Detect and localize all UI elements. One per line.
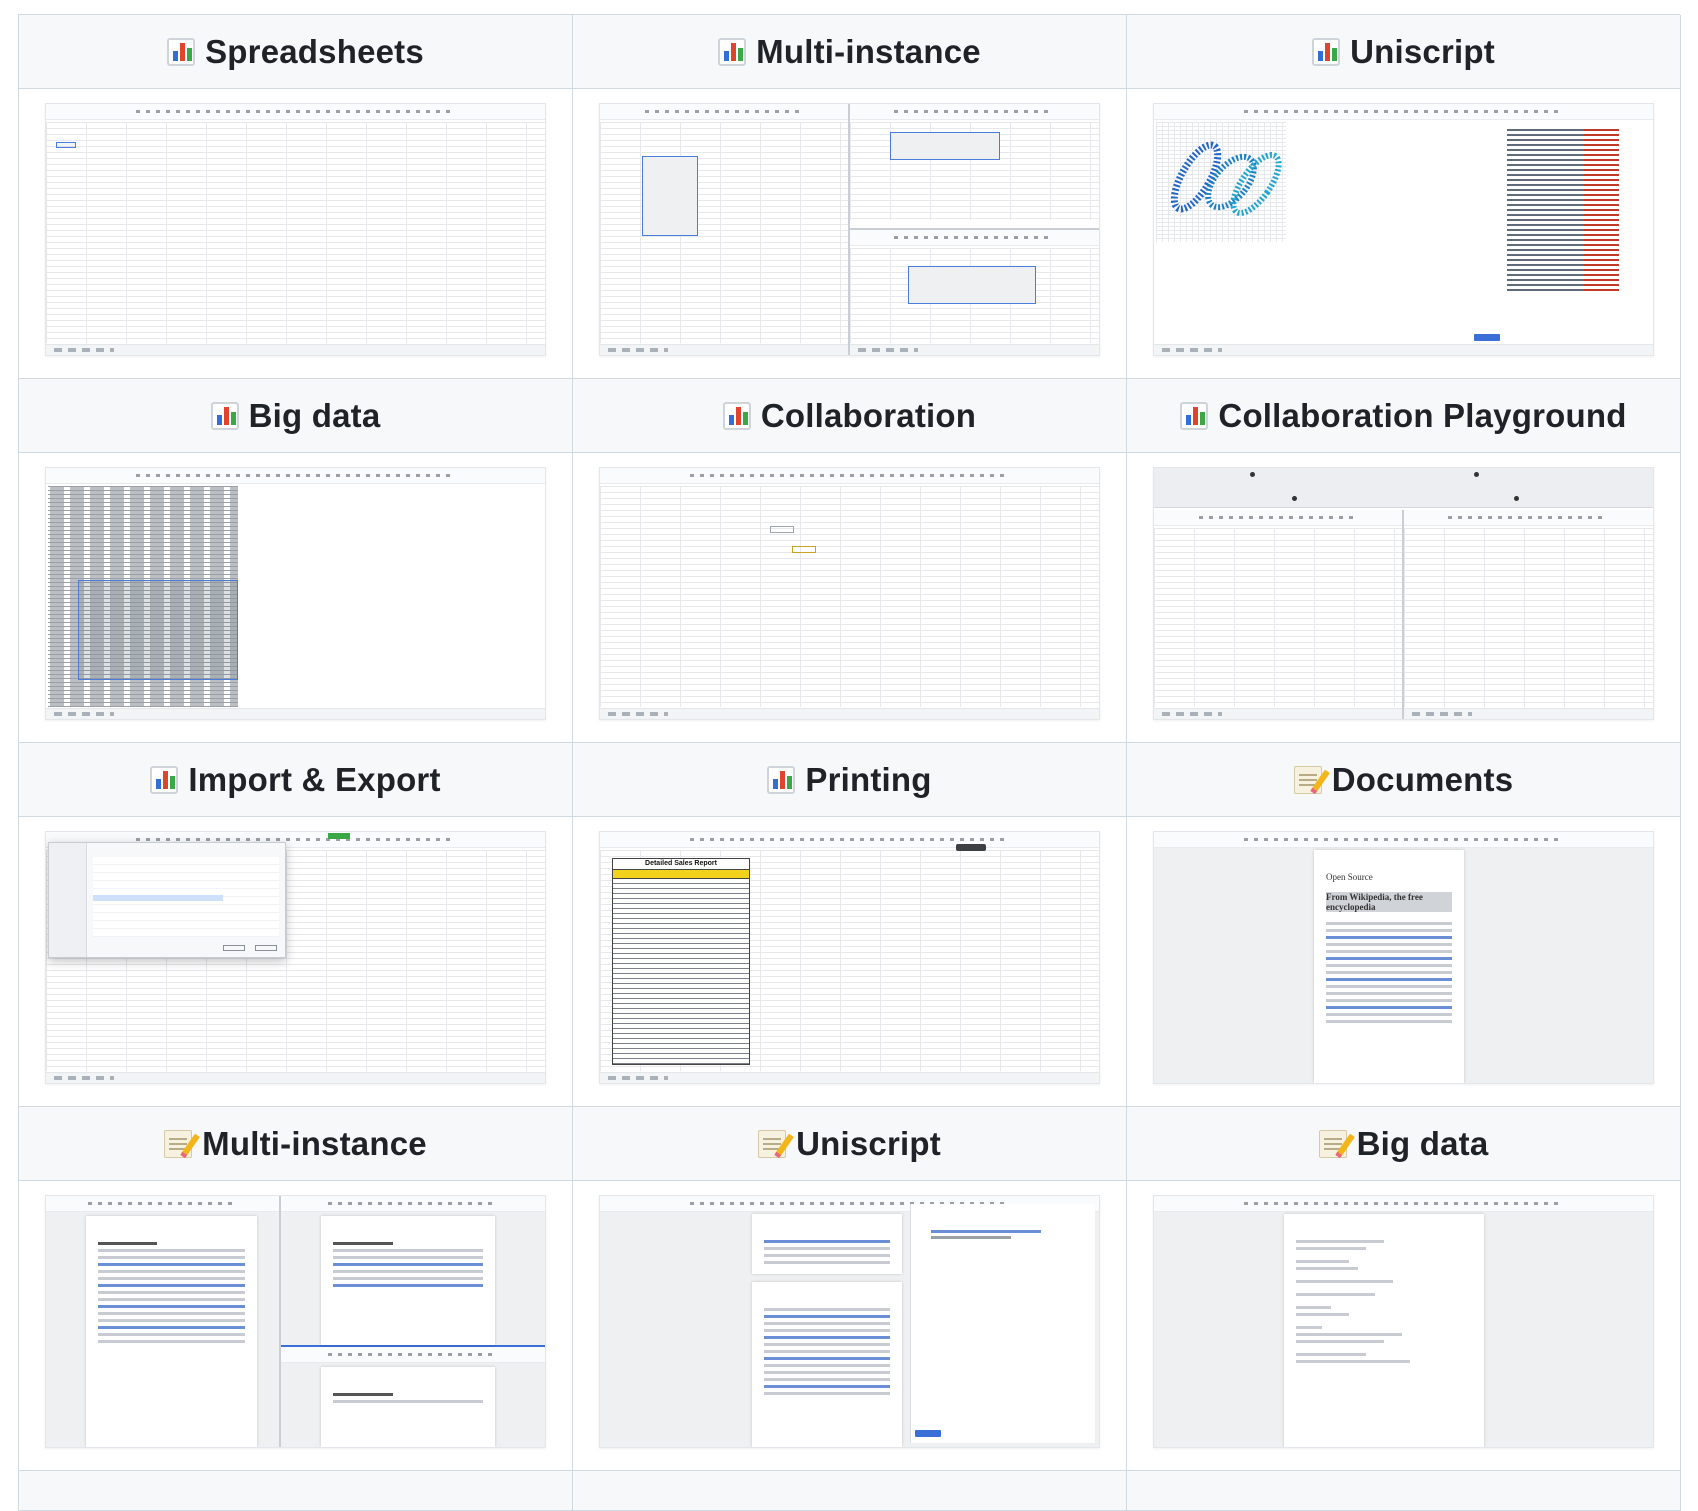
documents-screenshot: Open Source From Wikipedia, the free enc…	[1153, 831, 1654, 1084]
script-panel	[910, 1204, 1095, 1443]
header-documents: Documents	[1127, 743, 1681, 817]
feature-gallery-table: Spreadsheets Multi-instance Uniscript Bi…	[18, 14, 1681, 1511]
multi-instance-screenshot	[599, 103, 1100, 356]
preview-big-data-sheets[interactable]	[19, 453, 573, 743]
tile-title: Uniscript	[1350, 32, 1495, 70]
tile-title: Multi-instance	[202, 1124, 427, 1162]
bar-chart-icon	[210, 401, 239, 430]
file-open-dialog	[48, 842, 286, 958]
tile-title: Big data	[1356, 1124, 1489, 1162]
preview-printing[interactable]: Detailed Sales Report	[573, 817, 1127, 1107]
memo-icon	[758, 1129, 794, 1158]
tile-title: Collaboration	[760, 396, 977, 434]
memo-icon	[1293, 765, 1330, 794]
next-row-cell	[19, 1471, 573, 1511]
preview-uniscript-docs[interactable]	[573, 1181, 1127, 1471]
collaboration-playground-screenshot	[1153, 467, 1654, 720]
big-data-docs-screenshot	[1153, 1195, 1654, 1448]
tile-title: Multi-instance	[756, 32, 981, 70]
tile-title: Import & Export	[188, 760, 441, 798]
tile-title: Collaboration Playground	[1218, 396, 1627, 434]
doc-heading: Open Source	[1326, 872, 1373, 882]
header-multi-instance-sheets: Multi-instance	[573, 15, 1127, 89]
big-data-screenshot	[45, 467, 546, 720]
spreadsheet-screenshot	[45, 103, 546, 356]
preview-spreadsheets[interactable]	[19, 89, 573, 379]
bar-chart-icon	[1312, 37, 1341, 66]
bar-chart-icon	[767, 765, 796, 794]
tile-title: Printing	[805, 760, 932, 798]
uniscript-screenshot	[1153, 103, 1654, 356]
header-uniscript-sheets: Uniscript	[1127, 15, 1681, 89]
preview-multi-instance-docs[interactable]	[19, 1181, 573, 1471]
tile-title: Uniscript	[796, 1124, 941, 1162]
doc-subheading: From Wikipedia, the free encyclopedia	[1326, 892, 1452, 912]
sales-report-table: Detailed Sales Report	[612, 858, 750, 1065]
header-uniscript-docs: Uniscript	[573, 1107, 1127, 1181]
spiral-art-icon	[1170, 141, 1282, 216]
preview-uniscript-sheets[interactable]	[1127, 89, 1681, 379]
header-multi-instance-docs: Multi-instance	[19, 1107, 573, 1181]
header-big-data-docs: Big data	[1127, 1107, 1681, 1181]
memo-icon	[164, 1129, 201, 1158]
header-big-data-sheets: Big data	[19, 379, 573, 453]
script-editor	[1507, 126, 1647, 335]
bar-chart-icon	[722, 401, 751, 430]
preview-import-export[interactable]	[19, 817, 573, 1107]
header-collaboration-playground: Collaboration Playground	[1127, 379, 1681, 453]
preview-multi-instance-sheets[interactable]	[573, 89, 1127, 379]
preview-documents[interactable]: Open Source From Wikipedia, the free enc…	[1127, 817, 1681, 1107]
printing-screenshot: Detailed Sales Report	[599, 831, 1100, 1084]
next-row-cell	[1127, 1471, 1681, 1511]
collaboration-screenshot	[599, 467, 1100, 720]
uniscript-docs-screenshot	[599, 1195, 1100, 1448]
import-export-screenshot	[45, 831, 546, 1084]
bar-chart-icon	[167, 37, 196, 66]
preview-collaboration[interactable]	[573, 453, 1127, 743]
multi-instance-docs-screenshot	[45, 1195, 546, 1448]
preview-collaboration-playground[interactable]	[1127, 453, 1681, 743]
tile-title: Spreadsheets	[205, 32, 424, 70]
header-printing: Printing	[573, 743, 1127, 817]
memo-icon	[1318, 1129, 1355, 1158]
header-collaboration: Collaboration	[573, 379, 1127, 453]
bar-chart-icon	[1180, 401, 1209, 430]
header-spreadsheets: Spreadsheets	[19, 15, 573, 89]
report-title: Detailed Sales Report	[645, 860, 717, 867]
tile-title: Big data	[248, 396, 381, 434]
bar-chart-icon	[150, 765, 179, 794]
next-row-cell	[573, 1471, 1127, 1511]
bar-chart-icon	[718, 37, 747, 66]
preview-big-data-docs[interactable]	[1127, 1181, 1681, 1471]
tile-title: Documents	[1331, 760, 1514, 798]
header-import-export: Import & Export	[19, 743, 573, 817]
